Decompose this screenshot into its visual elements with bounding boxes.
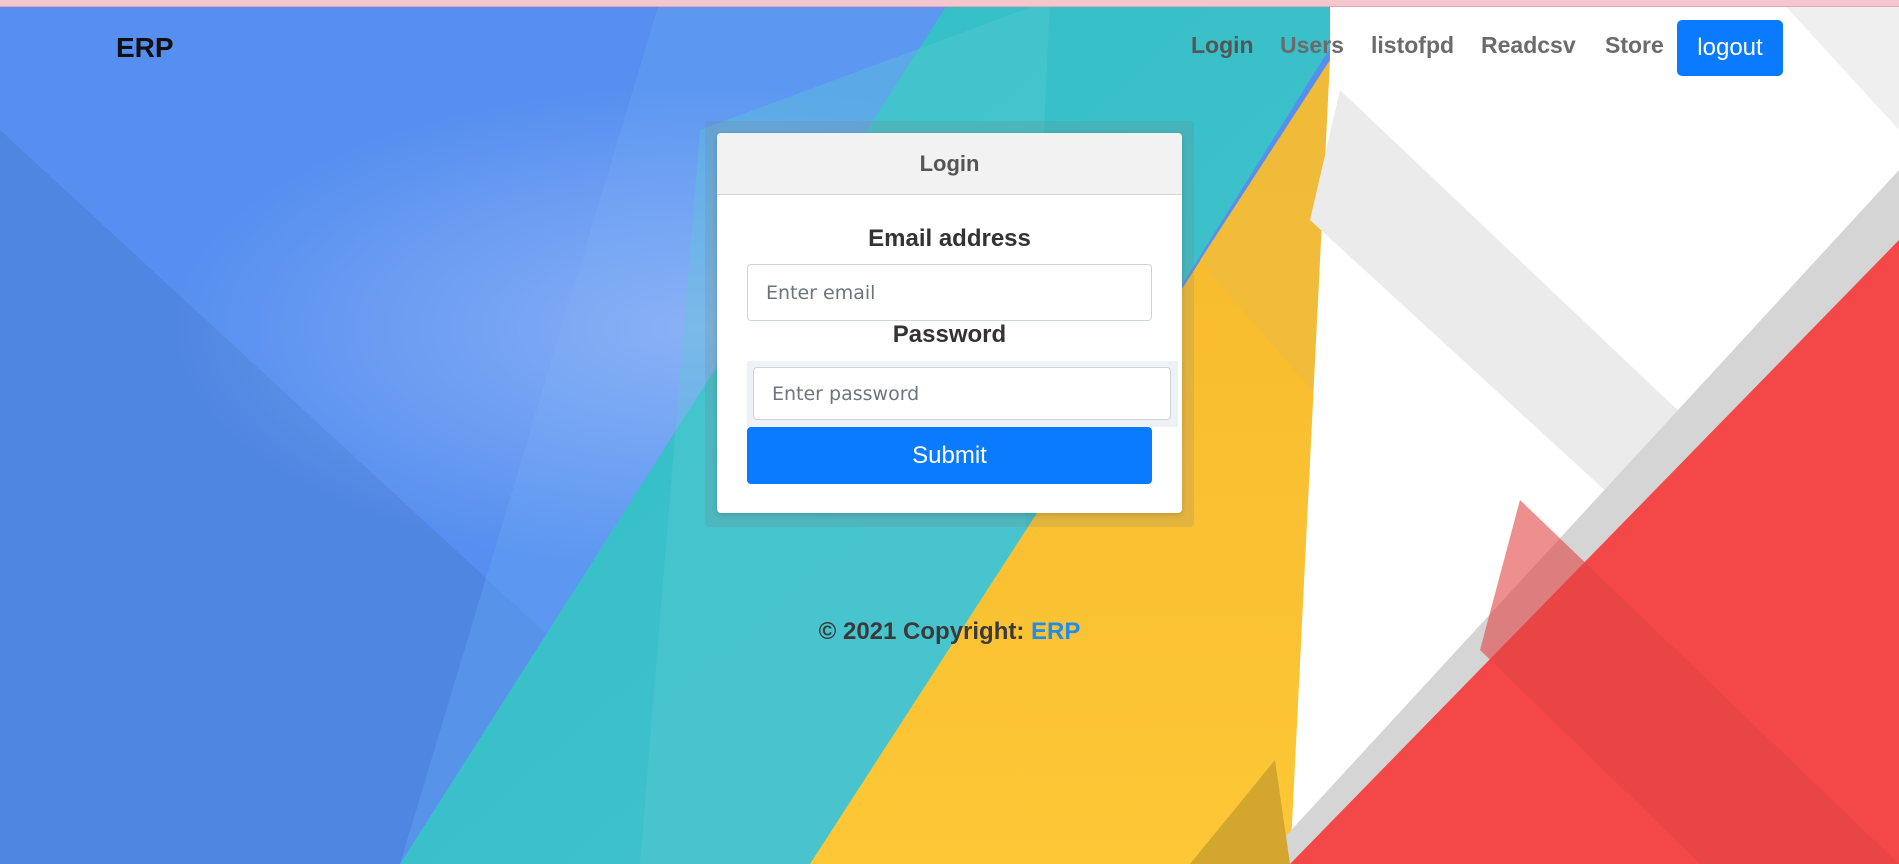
footer: © 2021 Copyright: ERP <box>0 618 1899 646</box>
nav-link-login[interactable]: Login <box>1191 32 1254 59</box>
footer-link-erp[interactable]: ERP <box>1031 618 1080 645</box>
password-label: Password <box>892 321 1007 348</box>
email-label: Email address <box>868 225 1031 252</box>
login-card-title: Login <box>717 133 1182 195</box>
brand-logo[interactable]: ERP <box>116 32 174 64</box>
password-input[interactable] <box>753 367 1171 420</box>
page: ERP Login Users listofpd Readcsv Store l… <box>0 0 1899 864</box>
nav-link-readcsv[interactable]: Readcsv <box>1481 32 1576 59</box>
login-card: Login Email address Password Submit <box>717 133 1182 513</box>
nav-link-listofpd[interactable]: listofpd <box>1371 32 1454 59</box>
footer-copyright-text: © 2021 Copyright: <box>818 618 1032 645</box>
logout-button[interactable]: logout <box>1677 20 1783 76</box>
nav-link-users[interactable]: Users <box>1280 32 1344 59</box>
submit-button[interactable]: Submit <box>747 427 1152 484</box>
browser-top-strip <box>0 0 1899 7</box>
email-input[interactable] <box>747 264 1152 321</box>
nav-link-store[interactable]: Store <box>1605 32 1664 59</box>
password-field-wrapper <box>747 361 1178 427</box>
navbar: ERP Login Users listofpd Readcsv Store l… <box>0 6 1899 88</box>
